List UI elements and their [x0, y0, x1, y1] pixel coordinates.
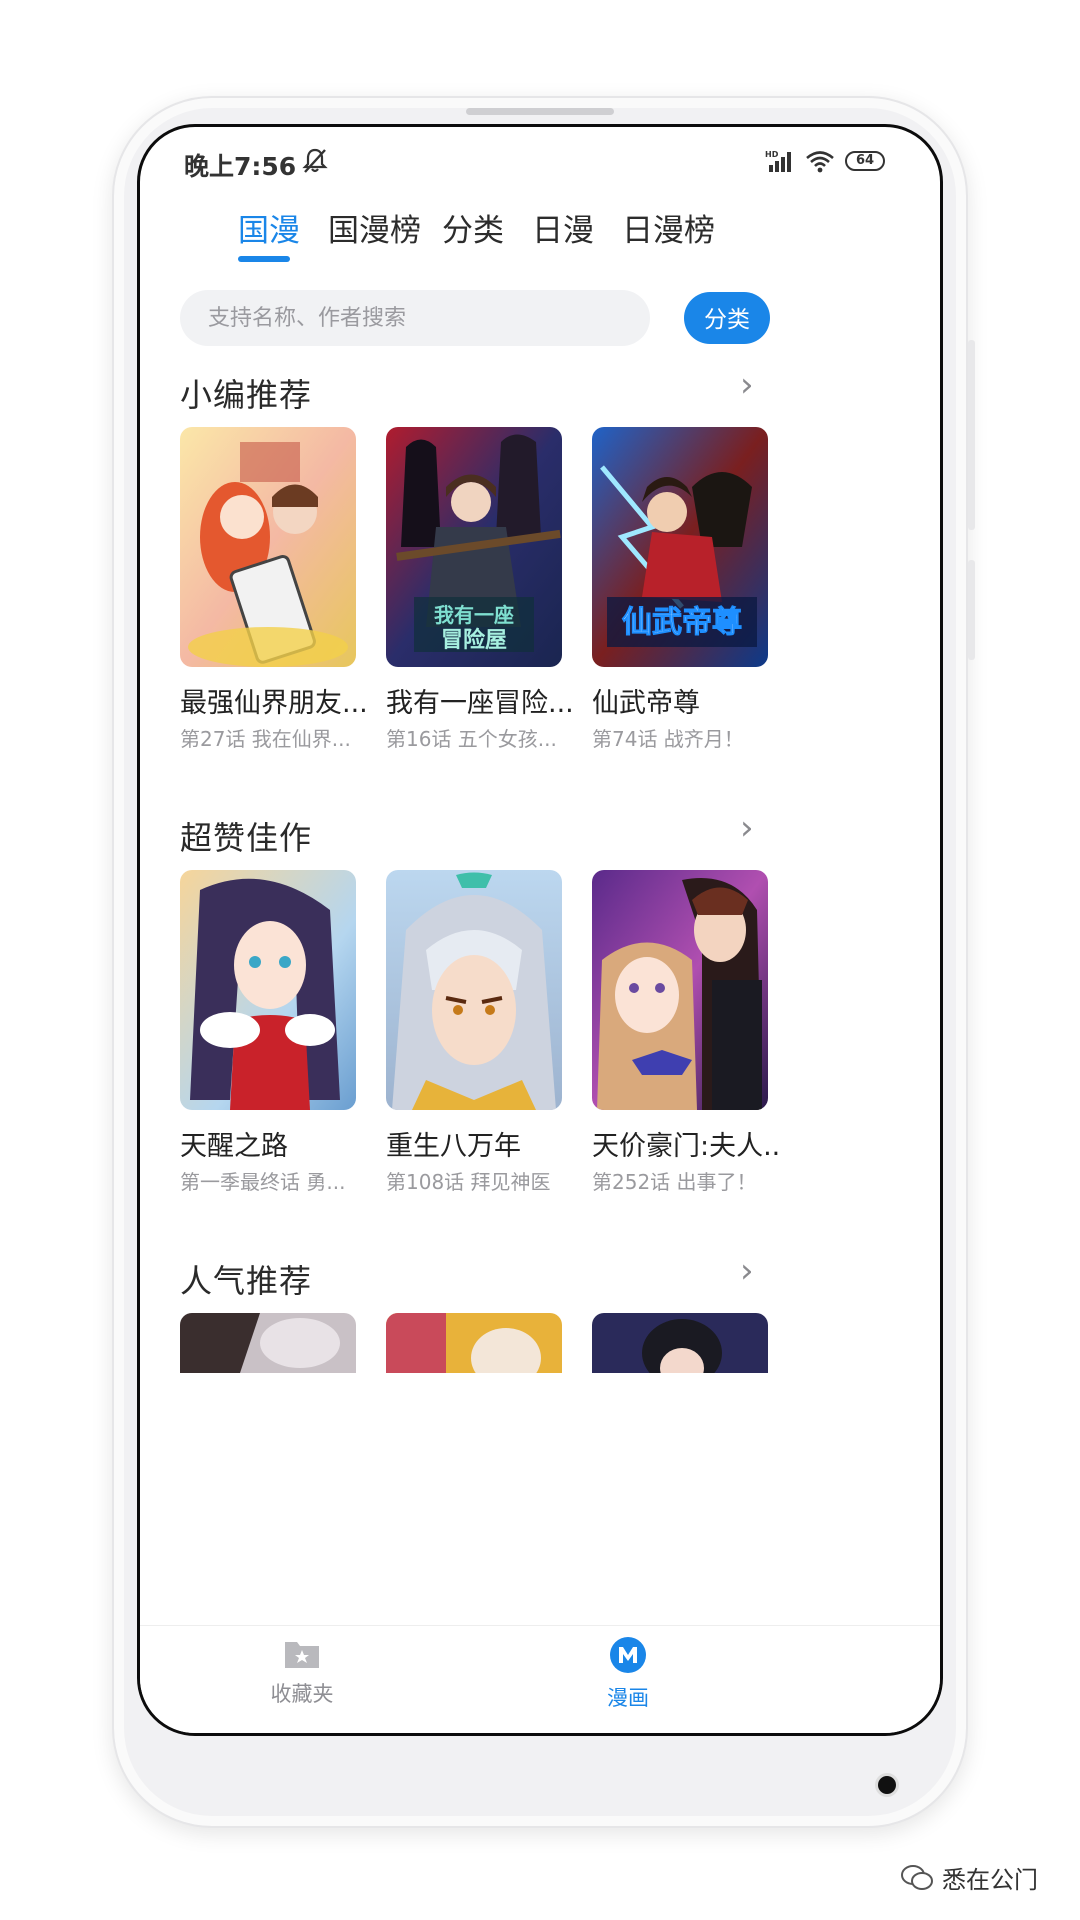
comic-title[interactable]: 重生八万年	[386, 1124, 576, 1163]
nav-favorites[interactable]: 收藏夹	[232, 1636, 372, 1708]
comic-title[interactable]: 我有一座冒险...	[386, 681, 576, 720]
comic-title[interactable]: 最强仙界朋友...	[180, 681, 370, 720]
comic-cover[interactable]	[386, 1313, 562, 1373]
comic-subtitle: 第108话 拜见神医	[386, 1170, 551, 1194]
comic-cover[interactable]	[180, 427, 356, 667]
comic-cover[interactable]	[592, 1313, 768, 1373]
status-icons: HD 64	[765, 149, 885, 173]
comic-subtitle: 第27话 我在仙界...	[180, 727, 351, 751]
nav-label: 收藏夹	[270, 1682, 334, 1706]
chevron-right-icon[interactable]: ›	[740, 365, 754, 405]
tab-guoman[interactable]: 国漫	[238, 205, 300, 250]
cover-text: 仙武帝尊	[622, 605, 742, 640]
comic-subtitle: 第252话 出事了！	[592, 1170, 757, 1194]
section-title: 人气推荐	[180, 1262, 313, 1300]
comic-subtitle: 第一季最终话 勇...	[180, 1170, 346, 1194]
nav-comics[interactable]: 漫画	[558, 1636, 698, 1712]
comic-card[interactable]	[592, 870, 768, 1110]
chevron-right-icon[interactable]: ›	[740, 1251, 754, 1291]
section-title: 小编推荐	[180, 376, 313, 414]
svg-text:HD: HD	[765, 150, 779, 159]
signal-icon: HD	[765, 150, 791, 172]
comic-card[interactable]	[180, 870, 356, 1110]
comic-card[interactable]: 仙武帝尊	[592, 427, 768, 667]
tab-riman-rank[interactable]: 日漫榜	[622, 205, 715, 250]
battery-level: 64	[855, 153, 875, 168]
comic-title[interactable]: 仙武帝尊	[592, 681, 782, 720]
comic-card[interactable]	[180, 427, 356, 667]
camera-dot	[878, 1776, 896, 1794]
comic-title[interactable]: 天价豪门:夫人...	[592, 1124, 782, 1163]
tab-riman[interactable]: 日漫	[532, 205, 594, 250]
tab-guoman-rank[interactable]: 国漫榜	[328, 205, 421, 250]
search-bar	[180, 290, 650, 346]
battery-icon: 64	[845, 151, 885, 171]
comic-subtitle: 第16话 五个女孩...	[386, 727, 557, 751]
comic-card[interactable]: 我有一座 冒险屋	[386, 427, 562, 667]
comic-cover[interactable]	[592, 870, 768, 1110]
category-tabs: 国漫 国漫榜 分类 日漫 日漫榜	[238, 205, 850, 277]
category-button[interactable]: 分类	[684, 292, 770, 344]
comic-subtitle: 第74话 战齐月！	[592, 727, 744, 751]
comic-card[interactable]	[386, 870, 562, 1110]
app-screen: 晚上7:56 HD 64 国漫 国漫榜 分类 日漫 日漫榜 支持名称、作者搜索 …	[137, 124, 943, 1736]
wifi-icon	[806, 151, 834, 173]
section-title: 超赞佳作	[180, 819, 313, 857]
bottom-nav: 收藏夹 漫画	[140, 1625, 940, 1733]
search-input[interactable]	[180, 290, 650, 346]
mute-bell-icon	[302, 147, 328, 179]
watermark-text: 悉在公门	[942, 1866, 1038, 1894]
comic-cover[interactable]	[180, 1313, 356, 1373]
comic-title[interactable]: 天醒之路	[180, 1124, 370, 1163]
comic-cover[interactable]	[386, 870, 562, 1110]
active-tab-indicator	[238, 256, 290, 262]
folder-star-icon	[285, 1642, 319, 1668]
m-logo-icon	[610, 1637, 646, 1673]
cover-text: 我有一座	[434, 603, 514, 627]
power-button	[968, 560, 975, 660]
wechat-icon	[901, 1864, 933, 1890]
comic-cover[interactable]	[180, 870, 356, 1110]
tab-category[interactable]: 分类	[442, 205, 504, 250]
status-time: 晚上7:56	[184, 152, 297, 181]
chevron-right-icon[interactable]: ›	[740, 808, 754, 848]
volume-button	[968, 340, 975, 530]
nav-label: 漫画	[607, 1686, 649, 1710]
cover-text: 冒险屋	[441, 627, 507, 653]
earpiece	[466, 108, 614, 115]
comic-cover[interactable]: 仙武帝尊	[592, 427, 768, 667]
comic-cover[interactable]: 我有一座 冒险屋	[386, 427, 562, 667]
watermark: 悉在公门	[900, 1860, 1038, 1895]
